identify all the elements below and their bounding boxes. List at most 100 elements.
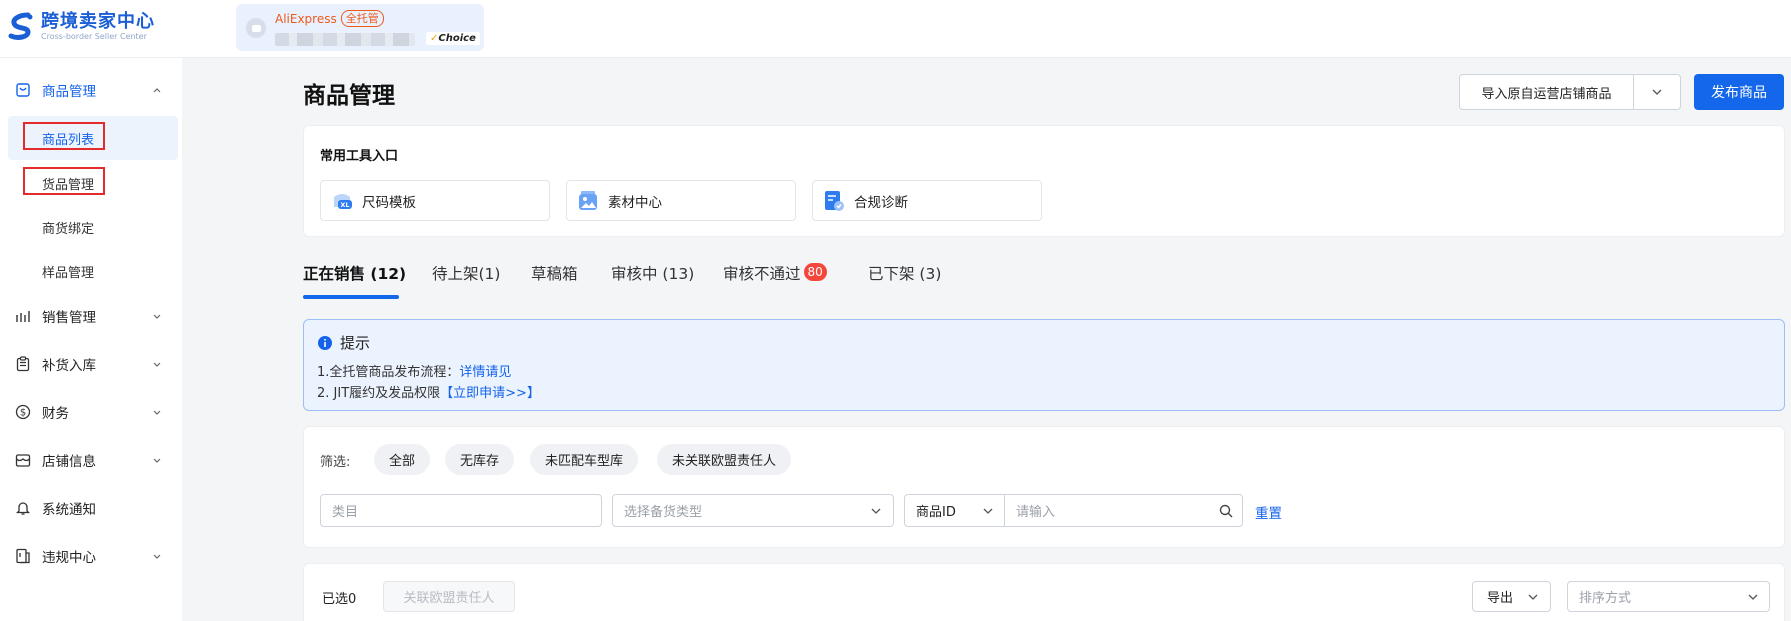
tab-under-review[interactable]: 审核中 (13): [611, 262, 694, 302]
sidebar-item-system-notifications[interactable]: 系统通知: [0, 488, 182, 528]
store-switcher[interactable]: AliExpress 全托管 ✓Choice: [236, 4, 484, 51]
store-icon: [15, 454, 31, 467]
sidebar-subitem-label: 商货绑定: [42, 221, 95, 237]
material-center-icon: [579, 190, 597, 210]
brand-logo[interactable]: 跨境卖家中心 Cross-border Seller Center: [6, 12, 155, 42]
filter-label: 筛选:: [320, 455, 351, 470]
search-icon[interactable]: [1219, 504, 1233, 518]
sidebar-item-label: 店铺信息: [42, 454, 96, 470]
info-icon: [318, 335, 332, 350]
reset-link[interactable]: 重置: [1255, 502, 1282, 522]
bar-chart-icon: [16, 311, 30, 322]
chevron-down-icon: [1652, 89, 1662, 95]
tip-notice: 提示 1.全托管商品发布流程：详情请见 2. JIT履约及发品权限【立即申请>>…: [303, 319, 1785, 411]
sidebar-item-label: 财务: [42, 406, 69, 422]
chevron-down-icon: [153, 458, 161, 463]
tab-label: 审核不通过: [723, 265, 801, 283]
import-products-button[interactable]: 导入原自运营店铺商品: [1460, 75, 1634, 109]
sidebar-item-label: 违规中心: [42, 550, 96, 566]
tool-compliance-diagnosis[interactable]: 合规诊断: [812, 180, 1042, 221]
tool-label: 尺码模板: [362, 194, 416, 211]
tab-review-rejected[interactable]: 审核不通过 80: [723, 262, 827, 302]
bell-icon: [15, 502, 31, 515]
sidebar-item-label: 补货入库: [42, 358, 96, 374]
sidebar-item-replenishment[interactable]: 补货入库: [0, 344, 182, 384]
notice-line-2: 2. JIT履约及发品权限【立即申请>>】: [317, 386, 540, 401]
active-tab-indicator: [303, 295, 399, 299]
tool-label: 素材中心: [608, 194, 662, 211]
tools-title: 常用工具入口: [320, 149, 399, 164]
sidebar-item-product-management[interactable]: 商品管理: [0, 70, 182, 110]
import-dropdown-toggle[interactable]: [1634, 75, 1680, 109]
filter-card: 筛选: 全部 无库存 未匹配车型库 未关联欧盟责任人 类目 选择备货类型 商品I…: [303, 426, 1785, 548]
filter-chip-unmatched-vehicle[interactable]: 未匹配车型库: [530, 444, 639, 475]
highlight-box-goods-management: [23, 167, 105, 195]
svg-text:$: $: [20, 408, 26, 419]
tab-pending-listing[interactable]: 待上架(1): [432, 262, 500, 302]
compliance-diagnosis-icon: [825, 190, 844, 211]
box-icon: [16, 83, 30, 97]
sidebar-item-label: 销售管理: [42, 310, 96, 326]
chevron-down-icon: [1748, 594, 1758, 600]
associate-eu-rep-button: 关联欧盟责任人: [383, 581, 515, 612]
choice-badge: ✓Choice: [426, 32, 480, 45]
sidebar-item-product-goods-binding[interactable]: 商货绑定: [8, 205, 178, 249]
brand-name: 跨境卖家中心: [41, 11, 155, 32]
sidebar: 商品管理 商品列表 货品管理 商货绑定 样品管理 销售管理 补货入库 $ 财务 …: [0, 58, 182, 621]
stock-type-select[interactable]: 选择备货类型: [612, 494, 894, 527]
top-bar: 跨境卖家中心 Cross-border Seller Center AliExp…: [0, 0, 1791, 58]
common-tools-card: 常用工具入口 XL 尺码模板 素材中心 合规诊断: [303, 125, 1785, 237]
product-id-input[interactable]: 请输入: [1004, 494, 1243, 527]
chevron-down-icon: [153, 314, 161, 319]
tab-delisted[interactable]: 已下架 (3): [868, 262, 941, 302]
import-button-group: 导入原自运营店铺商品: [1459, 74, 1681, 110]
category-input[interactable]: 类目: [320, 494, 602, 527]
chevron-down-icon: [871, 508, 881, 514]
document-icon: [16, 548, 30, 564]
sidebar-subitem-label: 样品管理: [42, 265, 95, 281]
store-avatar-icon: [246, 18, 266, 38]
chevron-down-icon: [983, 508, 993, 514]
rejected-count-badge: 80: [803, 263, 827, 281]
publish-product-button[interactable]: 发布商品: [1694, 74, 1784, 110]
dollar-icon: $: [15, 404, 31, 420]
filter-chip-no-eu-rep[interactable]: 未关联欧盟责任人: [657, 444, 792, 475]
chevron-down-icon: [153, 362, 161, 367]
sidebar-item-store-info[interactable]: 店铺信息: [0, 440, 182, 480]
tool-label: 合规诊断: [854, 194, 908, 211]
chevron-down-icon: [1528, 594, 1538, 600]
size-template-icon: XL: [334, 193, 352, 209]
clipboard-icon: [16, 356, 30, 372]
svg-text:XL: XL: [340, 201, 349, 209]
sidebar-item-sales-management[interactable]: 销售管理: [0, 296, 182, 336]
filter-chip-all[interactable]: 全部: [374, 444, 431, 475]
sidebar-item-sample-management[interactable]: 样品管理: [8, 249, 178, 293]
store-platform: AliExpress: [275, 11, 337, 26]
brand-subtitle: Cross-border Seller Center: [41, 32, 147, 41]
notice-line-1: 1.全托管商品发布流程：详情请见: [317, 365, 512, 380]
sidebar-item-label: 商品管理: [42, 84, 96, 100]
store-tag: 全托管: [340, 10, 384, 27]
details-link[interactable]: 详情请见: [459, 365, 511, 380]
sidebar-item-violation-center[interactable]: 违规中心: [0, 536, 182, 576]
filter-chip-out-of-stock[interactable]: 无库存: [445, 444, 515, 475]
chevron-down-icon: [153, 410, 161, 415]
tab-drafts[interactable]: 草稿箱: [531, 262, 578, 302]
chevron-down-icon: [153, 554, 161, 559]
selected-count: 已选0: [322, 592, 357, 607]
sort-select[interactable]: 排序方式: [1567, 581, 1770, 612]
chevron-up-icon: [153, 88, 161, 93]
id-type-select[interactable]: 商品ID: [904, 494, 1004, 527]
notice-title: 提示: [340, 334, 371, 352]
export-dropdown[interactable]: 导出: [1472, 581, 1551, 612]
highlight-box-product-list: [23, 122, 105, 150]
tool-material-center[interactable]: 素材中心: [566, 180, 796, 221]
apply-now-link[interactable]: 【立即申请>>】: [440, 386, 540, 401]
product-list-card: 已选0 关联欧盟责任人 导出 排序方式: [303, 563, 1785, 621]
page-title: 商品管理: [303, 83, 395, 109]
tool-size-template[interactable]: XL 尺码模板: [320, 180, 550, 221]
brand-logo-icon: [8, 12, 33, 40]
store-id-blurred: [275, 33, 415, 46]
sidebar-item-finance[interactable]: $ 财务: [0, 392, 182, 432]
sidebar-item-label: 系统通知: [42, 502, 96, 518]
